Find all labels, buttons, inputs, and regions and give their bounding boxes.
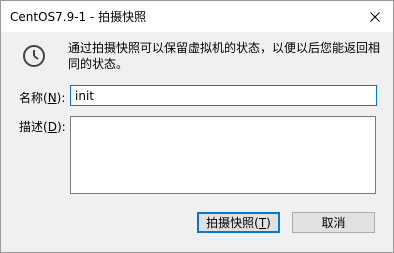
window-title: CentOS7.9-1 - 拍摄快照	[10, 10, 147, 24]
snapshot-dialog: CentOS7.9-1 - 拍摄快照 通过拍摄快照可以保留虚拟机的状态，以便以后…	[0, 0, 394, 253]
take-snapshot-button[interactable]: 拍摄快照(T)	[197, 212, 280, 233]
title-bar: CentOS7.9-1 - 拍摄快照	[1, 1, 393, 32]
description-textarea[interactable]	[70, 116, 376, 194]
name-input[interactable]	[70, 85, 377, 106]
dialog-message: 通过拍摄快照可以保留虚拟机的状态，以便以后您能返回相同的状态。	[68, 41, 381, 71]
name-label: 名称(N):	[19, 91, 66, 105]
clock-icon	[23, 45, 45, 67]
close-icon	[370, 11, 380, 22]
close-button[interactable]	[357, 1, 393, 32]
cancel-button[interactable]: 取消	[292, 212, 375, 233]
description-label: 描述(D):	[19, 120, 66, 134]
